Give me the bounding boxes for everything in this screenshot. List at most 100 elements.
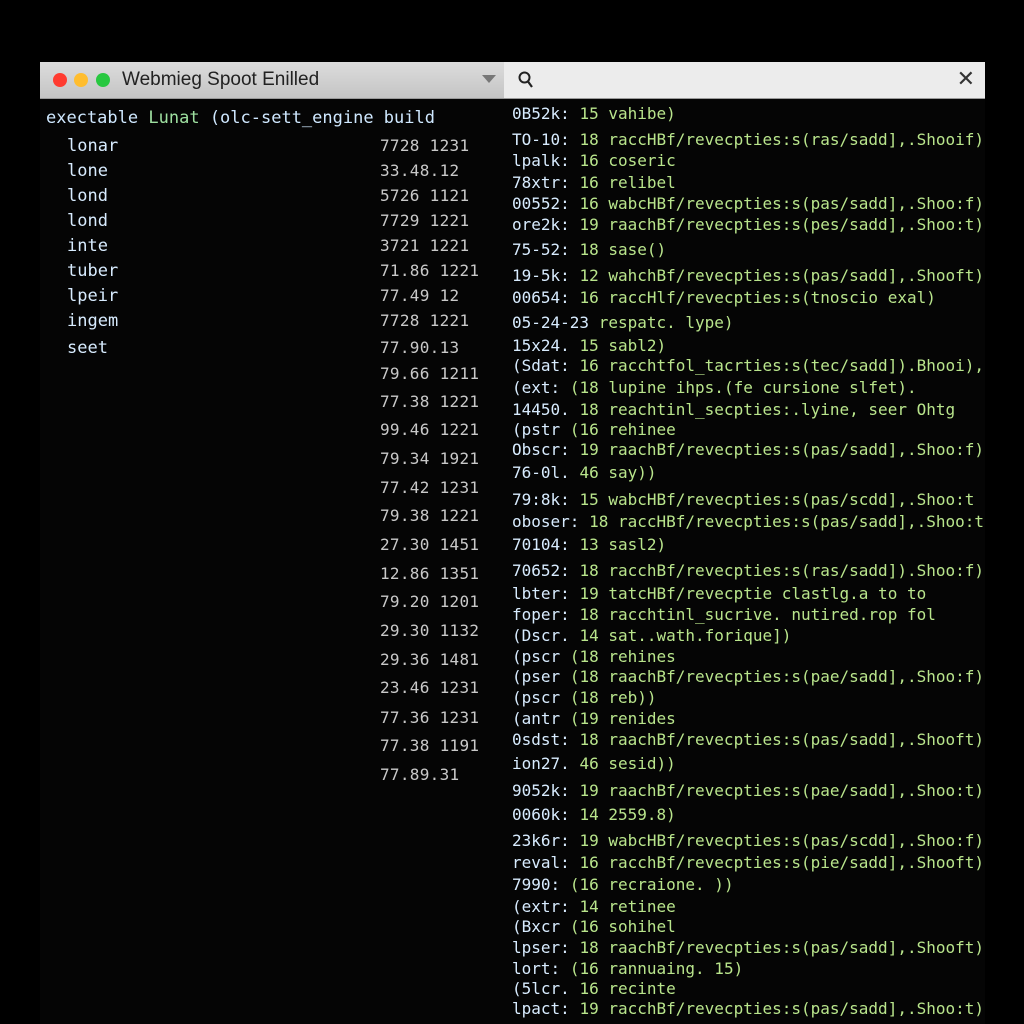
log-line: 9052k: 19 raachBf/revecpties:s(pae/sadd]…: [512, 781, 984, 800]
log-text: (18 raachBf/revecpties:s(pae/sadd],.Shoo…: [569, 667, 985, 686]
log-text: 46 sesid)): [579, 754, 676, 773]
log-text: (16 sohihel: [569, 917, 676, 936]
item-name: tuber: [67, 261, 119, 281]
log-prefix: 23k6r:: [512, 831, 570, 850]
log-text: 13 sasl2): [579, 535, 667, 554]
item-values: 7728 1231: [380, 136, 470, 155]
list-item: 99.46 1221: [40, 420, 504, 444]
log-prefix: 00654:: [512, 288, 570, 307]
log-line: (Bxcr (16 sohihel: [512, 917, 676, 936]
log-text: 16 relibel: [579, 173, 676, 192]
log-text: 16 wabcHBf/revecpties:s(pas/sadd],.Shoo:…: [579, 194, 985, 213]
log-line: 15x24. 15 sabl2): [512, 336, 666, 355]
log-line: 05-24-23 respatc. lype): [512, 313, 734, 332]
minimize-window-button[interactable]: [74, 73, 88, 87]
log-prefix: (pscr: [512, 647, 561, 666]
list-item: ingem 7728 1221: [40, 311, 504, 335]
log-line: (antr (19 renides: [512, 709, 676, 728]
list-item: 12.86 1351: [40, 564, 504, 588]
log-line: ion27. 46 sesid)): [512, 754, 676, 773]
item-values: 3721 1221: [380, 236, 470, 255]
list-item: 79.20 1201: [40, 592, 504, 616]
search-field[interactable]: ✕: [504, 62, 985, 98]
log-prefix: 7990:: [512, 875, 561, 894]
log-prefix: reval:: [512, 853, 570, 872]
search-icon: [518, 71, 533, 88]
log-line: (Sdat: 16 racchtfol_tacrties:s(tec/sadd]…: [512, 356, 984, 375]
log-text: 16 recinte: [579, 979, 676, 998]
log-prefix: (pscr: [512, 688, 561, 707]
log-prefix: (Sdat:: [512, 356, 570, 375]
item-values: 77.89.31: [380, 765, 460, 784]
log-prefix: 0060k:: [512, 805, 570, 824]
log-line: (pstr (16 rehinee: [512, 420, 676, 439]
log-text: 18 raccHBf/revecpties:s(ras/sadd],.Shooi…: [579, 130, 985, 149]
log-prefix: lbter:: [512, 584, 570, 603]
log-prefix: lort:: [512, 959, 561, 978]
log-text: 16 coseric: [579, 151, 676, 170]
chevron-down-icon[interactable]: [482, 75, 496, 83]
log-prefix: Obscr:: [512, 440, 570, 459]
log-prefix: (pser: [512, 667, 561, 686]
log-prefix: 76-0l.: [512, 463, 570, 482]
log-prefix: lpalk:: [512, 151, 570, 170]
log-prefix: 70104:: [512, 535, 570, 554]
log-prefix: 0B52k:: [512, 104, 570, 123]
item-name: inte: [67, 236, 108, 256]
log-prefix: 00552:: [512, 194, 570, 213]
log-line: 75-52: 18 sase(): [512, 240, 666, 259]
log-prefix: 05-24-23: [512, 313, 590, 332]
log-prefix: ore2k:: [512, 215, 570, 234]
log-prefix: lpact:: [512, 999, 570, 1018]
log-line: lpser: 18 raachBf/revecpties:s(pas/sadd]…: [512, 938, 984, 957]
log-text: 18 racchBf/revecpties:s(ras/sadd]).Shoo:…: [579, 561, 985, 580]
log-line: Obscr: 19 raachBf/revecpties:s(pas/sadd]…: [512, 440, 984, 459]
log-line: lort: (16 rannuaing. 15): [512, 959, 743, 978]
item-values: 12.86 1351: [380, 564, 480, 583]
log-text: 19 raachBf/revecpties:s(pas/sadd],.Shoo:…: [579, 440, 985, 459]
log-text: 19 raachBf/revecpties:s(pae/sadd],.Shoo:…: [579, 781, 985, 800]
log-text: 46 say)): [579, 463, 657, 482]
item-values: 23.46 1231: [380, 678, 480, 697]
log-text: 18 raachBf/revecpties:s(pas/sadd],.Shoof…: [579, 938, 985, 957]
close-icon[interactable]: ✕: [957, 67, 975, 93]
log-text: 18 raachBf/revecpties:s(pas/sadd],.Shoof…: [579, 730, 985, 749]
close-window-button[interactable]: [53, 73, 67, 87]
item-name: lpeir: [67, 286, 119, 306]
maximize-window-button[interactable]: [96, 73, 110, 87]
header-prefix: exectable: [46, 108, 139, 128]
log-line: 78xtr: 16 relibel: [512, 173, 676, 192]
log-text: 18 racchtinl_sucrive. nutired.rop fol: [579, 605, 936, 624]
item-values: 27.30 1451: [380, 535, 480, 554]
log-prefix: ion27.: [512, 754, 570, 773]
log-text: 18 raccHBf/revecpties:s(pas/sadd],.Shoo:…: [589, 512, 985, 531]
log-text: 16 racchtfol_tacrties:s(tec/sadd]).Bhooi…: [579, 356, 985, 375]
list-item: 79.66 1211: [40, 364, 504, 388]
item-values: 5726 1121: [380, 186, 470, 205]
log-prefix: (Dscr.: [512, 626, 570, 645]
log-text: 12 wahchBf/revecpties:s(pas/sadd],.Shoof…: [579, 266, 985, 285]
log-line: 14450. 18 reachtinl_secpties:.lyine, see…: [512, 400, 955, 419]
log-line: (pscr (18 reb)): [512, 688, 657, 707]
log-prefix: 78xtr:: [512, 173, 570, 192]
log-line: ore2k: 19 raachBf/revecpties:s(pes/sadd]…: [512, 215, 984, 234]
log-line: 0060k: 14 2559.8): [512, 805, 676, 824]
item-values: 71.86 1221: [380, 261, 480, 280]
log-prefix: oboser:: [512, 512, 580, 531]
list-item: inte 3721 1221: [40, 236, 504, 260]
log-text: (16 rehinee: [569, 420, 676, 439]
log-line: 00654: 16 raccHlf/revecpties:s(tnoscio e…: [512, 288, 936, 307]
item-values: 29.30 1132: [380, 621, 480, 640]
log-line: oboser: 18 raccHBf/revecpties:s(pas/sadd…: [512, 512, 985, 531]
log-prefix: 15x24.: [512, 336, 570, 355]
log-prefix: lpser:: [512, 938, 570, 957]
header-accent: Lunat: [148, 108, 200, 128]
list-item: tuber 71.86 1221: [40, 261, 504, 285]
log-text: respatc. lype): [598, 313, 734, 332]
log-line: lbter: 19 tatcHBf/revecptie clastlg.a to…: [512, 584, 926, 603]
item-values: 33.48.12: [380, 161, 460, 180]
log-line: 23k6r: 19 wabcHBf/revecpties:s(pas/scdd]…: [512, 831, 984, 850]
list-item: 23.46 1231: [40, 678, 504, 702]
terminal-window: Webmieg Spoot Enilled ✕ exectable Lunat …: [40, 62, 985, 1024]
log-text: 19 wabcHBf/revecpties:s(pas/scdd],.Shoo:…: [579, 831, 985, 850]
